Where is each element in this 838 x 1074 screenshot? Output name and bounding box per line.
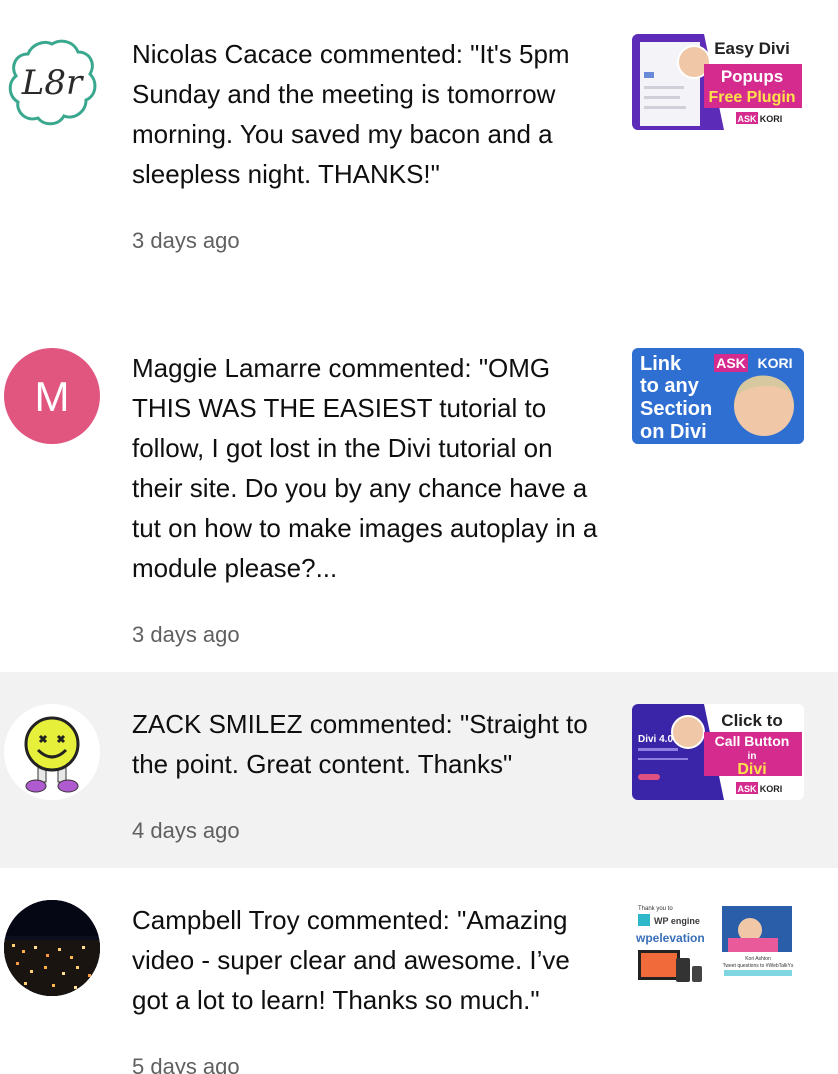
- thumb-line1: Link: [640, 353, 682, 375]
- notification-time: 4 days ago: [132, 818, 240, 843]
- notification-time: 3 days ago: [132, 228, 240, 253]
- thumb-line2: to any: [640, 375, 700, 397]
- notification-time: 5 days ago: [132, 1054, 240, 1074]
- thumb-line4: on Divi: [640, 421, 707, 443]
- thumb-line2: Popups: [721, 67, 783, 86]
- thumb-brand-ask: ASK: [737, 114, 757, 124]
- thumb-line3: Section: [640, 398, 712, 420]
- thumb-line4: Divi: [737, 761, 766, 778]
- thumb-side-title: Divi 4.0: [638, 734, 673, 745]
- notification-item[interactable]: ZACK SMILEZ commented: "Straight to the …: [0, 672, 838, 868]
- notification-text: Maggie Lamarre commented: "OMG THIS WAS …: [132, 353, 598, 583]
- notification-text: ZACK SMILEZ commented: "Straight to the …: [132, 709, 588, 779]
- thumb-wpengine: WP engine: [654, 916, 700, 926]
- notification-text: Nicolas Cacace commented: "It's 5pm Sund…: [132, 39, 570, 189]
- video-thumbnail[interactable]: Thank you to WP engine wpelevation Kori …: [632, 900, 804, 996]
- thumb-title: Easy Divi: [714, 39, 790, 58]
- notification-item[interactable]: Campbell Troy commented: "Amazing video …: [0, 868, 838, 1074]
- video-thumbnail[interactable]: Divi 4.0 Click to Call Button in Divi AS…: [632, 704, 804, 800]
- thumb-line3: Free Plugin: [708, 89, 795, 106]
- city-night-avatar-icon[interactable]: [4, 900, 100, 996]
- notification-item[interactable]: M Maggie Lamarre commented: "OMG THIS WA…: [0, 320, 838, 672]
- notification-time: 3 days ago: [132, 622, 240, 647]
- thumb-brand-kori: KORI: [760, 784, 783, 794]
- avatar-letter: M: [35, 373, 70, 420]
- notifications-feed: L8r Nicolas Cacace commented: "It's 5pm …: [0, 0, 838, 1074]
- video-thumbnail[interactable]: Easy Divi Popups Free Plugin ASK KORI: [632, 34, 804, 130]
- notification-item[interactable]: L8r Nicolas Cacace commented: "It's 5pm …: [0, 0, 838, 320]
- thumb-thanks: Thank you to: [638, 906, 673, 912]
- thumb-wpelevation: wpelevation: [635, 931, 705, 945]
- thumb-brand-kori: KORI: [760, 114, 783, 124]
- thumb-presenter: Kori Ashton: [745, 956, 771, 962]
- thumb-brand-ask: ASK: [716, 355, 746, 371]
- avatar-logo-text: L8r: [21, 63, 84, 103]
- smiley-face-avatar-icon[interactable]: [4, 704, 100, 800]
- notification-text: Campbell Troy commented: "Amazing video …: [132, 905, 570, 1015]
- video-thumbnail[interactable]: ASK KORI Link to any Section on Divi: [632, 348, 804, 444]
- thumb-line1: Click to: [721, 711, 782, 730]
- thumb-caption: Tweet questions to #WebTalkYs: [723, 963, 794, 969]
- letter-avatar-icon[interactable]: M: [4, 348, 100, 444]
- thumb-brand-ask: ASK: [737, 784, 757, 794]
- thumb-line2: Call Button: [715, 733, 790, 749]
- l8r-logo-avatar-icon[interactable]: L8r: [4, 34, 100, 130]
- thumb-brand-kori: KORI: [758, 355, 793, 371]
